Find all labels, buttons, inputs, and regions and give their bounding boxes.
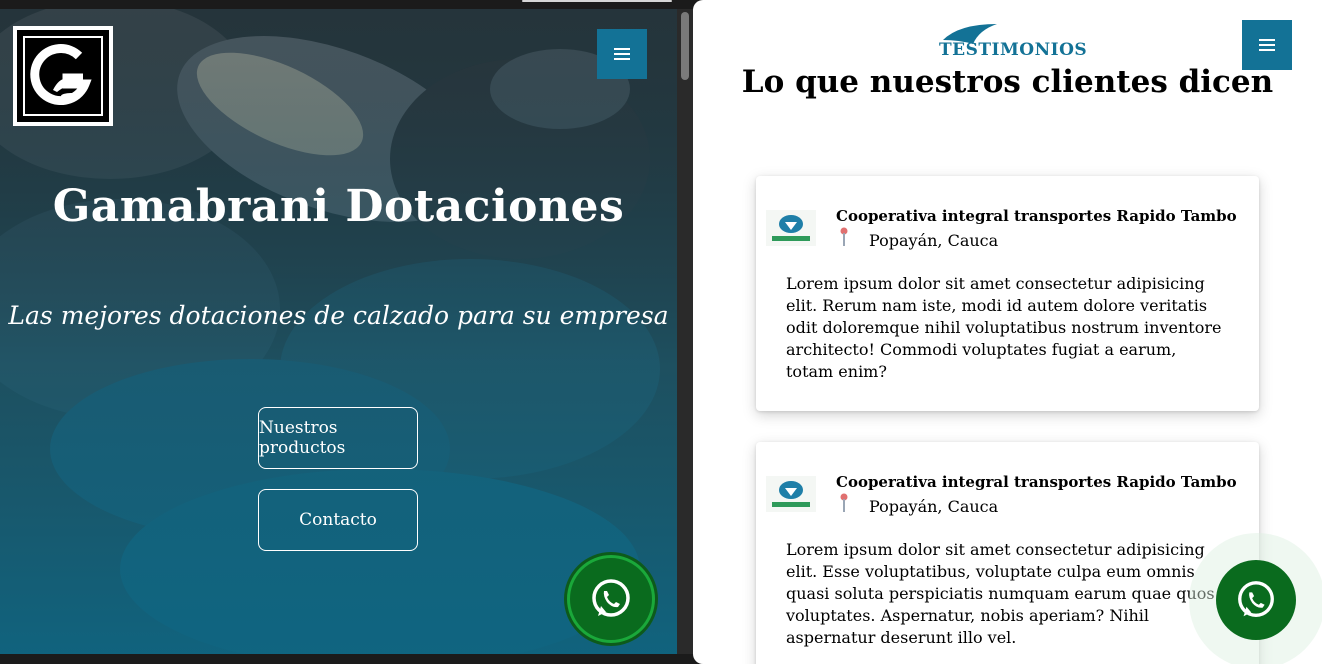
company-logo <box>766 210 816 246</box>
scrollbar-thumb[interactable] <box>681 12 689 80</box>
testimonials-window: TESTIMONIOS Lo que nuestros clientes dic… <box>693 0 1322 664</box>
hamburger-menu-icon <box>1259 39 1275 41</box>
products-button[interactable]: Nuestros productos <box>258 407 418 469</box>
location-pin-icon <box>840 493 848 512</box>
company-name: Cooperativa integral transportes Rapido … <box>836 473 1237 491</box>
hero-title: Gamabrani Dotaciones <box>52 181 625 232</box>
whatsapp-icon <box>1238 581 1274 617</box>
brand-logo[interactable] <box>13 26 113 126</box>
whatsapp-icon <box>592 579 630 617</box>
window-top-handle <box>522 0 672 2</box>
testimonials-logo-text: TESTIMONIOS <box>939 40 1088 60</box>
location-pin-icon <box>840 227 848 246</box>
gamabrani-logo-icon <box>17 30 109 122</box>
screen: Gamabrani Dotaciones Las mejores dotacio… <box>0 0 1322 664</box>
hero-subtitle: Las mejores dotaciones de calzado para s… <box>8 301 669 330</box>
company-location: Popayán, Cauca <box>869 497 999 516</box>
company-name: Cooperativa integral transportes Rapido … <box>836 207 1237 225</box>
section-title: Lo que nuestros clientes dicen <box>741 64 1274 100</box>
testimonial-card: Cooperativa integral transportes Rapido … <box>756 442 1259 664</box>
menu-button[interactable] <box>597 29 647 79</box>
contact-button[interactable]: Contacto <box>258 489 418 551</box>
menu-button[interactable] <box>1242 20 1292 70</box>
hero-window: Gamabrani Dotaciones Las mejores dotacio… <box>0 9 677 654</box>
whatsapp-button[interactable] <box>1216 560 1296 640</box>
scrollbar-track[interactable] <box>677 9 693 654</box>
hamburger-menu-icon <box>614 48 630 50</box>
whatsapp-button[interactable] <box>567 555 655 643</box>
company-location: Popayán, Cauca <box>869 231 999 250</box>
testimonial-text: Lorem ipsum dolor sit amet consectetur a… <box>786 540 1215 647</box>
company-logo <box>766 476 816 512</box>
testimonial-card: Cooperativa integral transportes Rapido … <box>756 176 1259 411</box>
testimonial-text: Lorem ipsum dolor sit amet consectetur a… <box>786 274 1222 381</box>
